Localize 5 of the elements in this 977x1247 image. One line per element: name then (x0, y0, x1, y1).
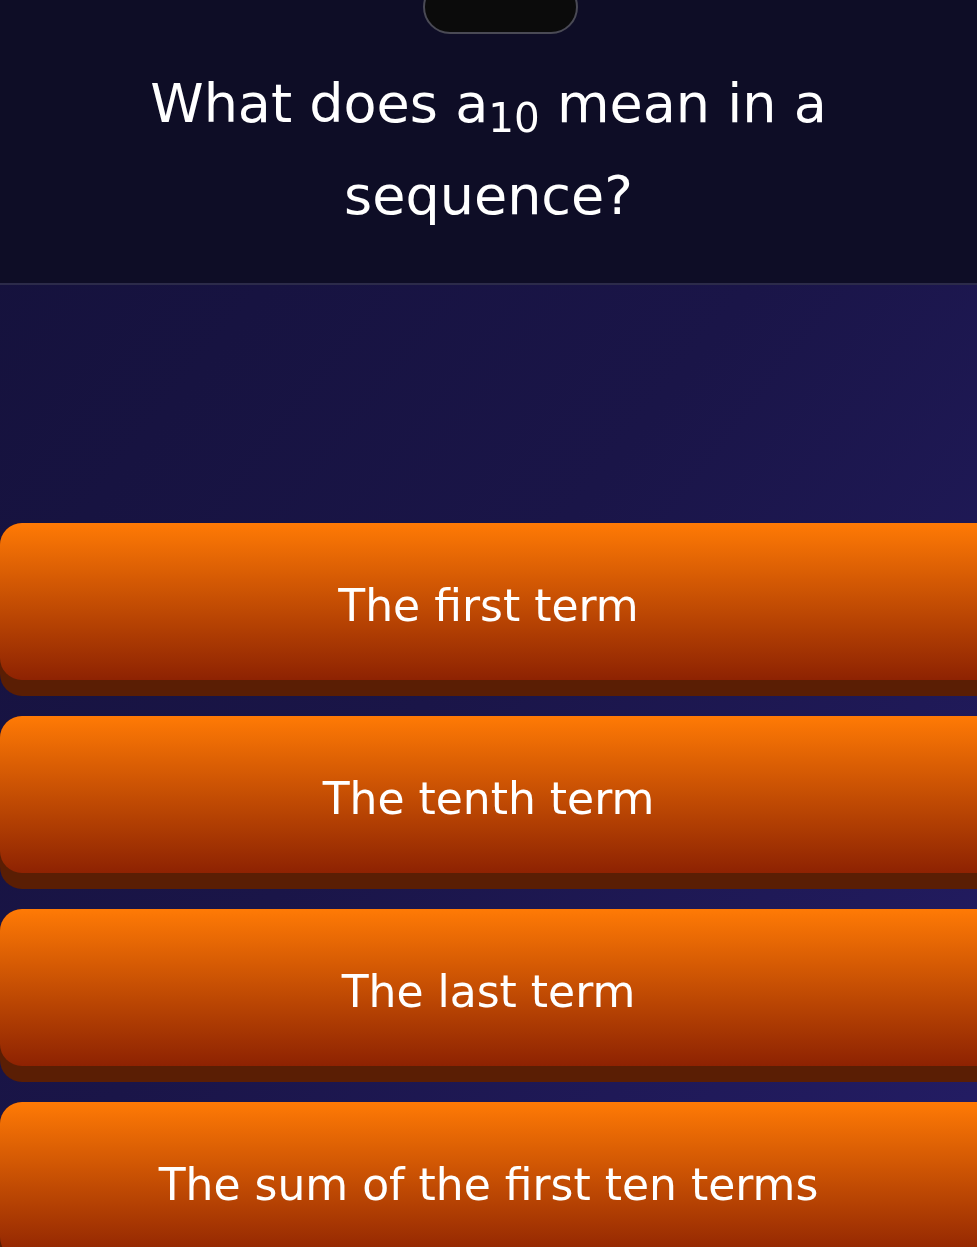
answer-button[interactable]: The last term (0, 909, 977, 1082)
answer-button[interactable]: The first term (0, 523, 977, 696)
question-text: What does a$_{10}$ mean in a sequence? (149, 70, 828, 229)
answer-button[interactable]: The sum of the first ten terms (0, 1102, 977, 1247)
answer-button[interactable]: The tenth term (0, 716, 977, 889)
